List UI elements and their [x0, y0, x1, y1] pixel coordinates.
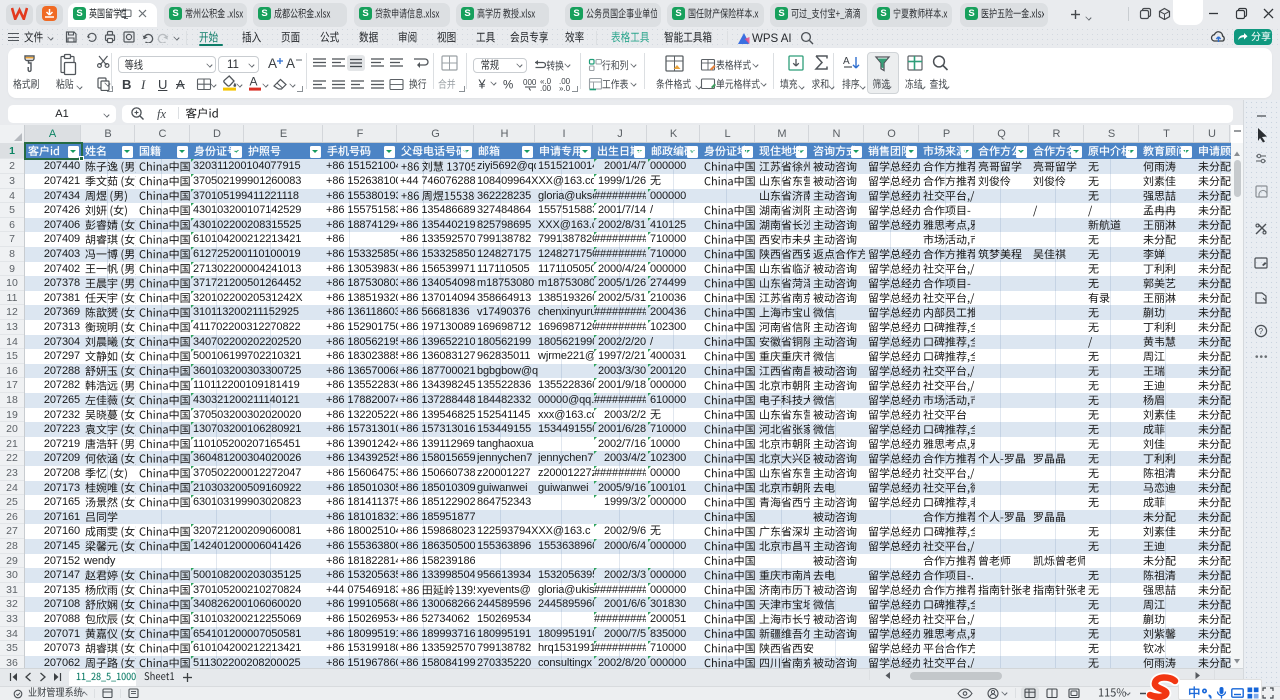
svg-text:000: 000: [523, 78, 537, 87]
svg-text:%: %: [503, 80, 513, 92]
svg-text:A: A: [250, 75, 258, 89]
svg-text:».0: ».0: [559, 84, 571, 91]
svg-text:¥: ¥: [478, 78, 486, 92]
svg-text:A: A: [843, 56, 850, 67]
svg-text:.00: .00: [540, 84, 552, 91]
svg-text:fx: fx: [157, 107, 166, 120]
svg-text:A: A: [286, 56, 295, 71]
svg-text:A: A: [268, 56, 277, 71]
svg-text:?: ?: [1259, 327, 1264, 336]
